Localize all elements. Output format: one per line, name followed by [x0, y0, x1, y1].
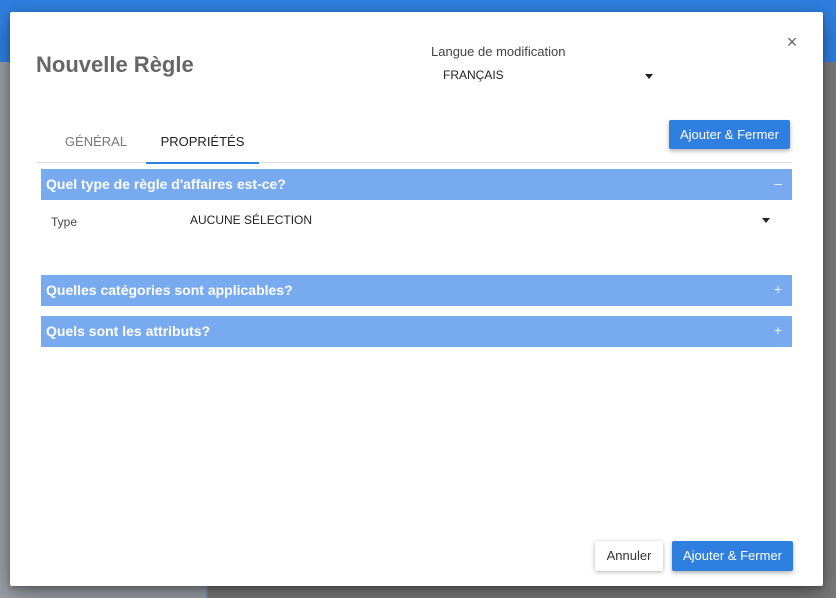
section-title: Quels sont les attributs? — [46, 323, 211, 339]
new-rule-dialog: Nouvelle Règle × Langue de modification … — [10, 12, 823, 586]
type-label: Type — [51, 215, 78, 229]
type-selected-value: AUCUNE SÉLECTION — [190, 213, 313, 227]
section-categories[interactable]: Quelles catégories sont applicables? + — [41, 275, 792, 306]
add-close-button-top[interactable]: Ajouter & Fermer — [669, 120, 790, 149]
caret-down-icon — [645, 74, 653, 79]
language-select[interactable]: FRANÇAIS — [431, 66, 655, 88]
add-close-button-bottom[interactable]: Ajouter & Fermer — [672, 541, 793, 571]
language-label: Langue de modification — [431, 44, 566, 59]
section-attributes[interactable]: Quels sont les attributs? + — [41, 316, 792, 347]
section-title: Quel type de règle d'affaires est-ce? — [46, 176, 286, 192]
tab-properties[interactable]: PROPRIÉTÉS — [146, 122, 259, 164]
close-icon[interactable]: × — [782, 32, 802, 52]
tab-general[interactable]: GÉNÉRAL — [36, 122, 156, 162]
type-select[interactable]: AUCUNE SÉLECTION — [180, 211, 775, 233]
section-rule-type[interactable]: Quel type de règle d'affaires est-ce? – — [41, 169, 792, 200]
section-title: Quelles catégories sont applicables? — [46, 282, 293, 298]
dialog-title: Nouvelle Règle — [36, 52, 194, 77]
cancel-button[interactable]: Annuler — [595, 541, 663, 571]
caret-down-icon — [762, 218, 770, 223]
plus-icon[interactable]: + — [774, 281, 782, 297]
minus-icon[interactable]: – — [774, 175, 782, 191]
language-selected-value: FRANÇAIS — [443, 68, 504, 82]
plus-icon[interactable]: + — [774, 322, 782, 338]
